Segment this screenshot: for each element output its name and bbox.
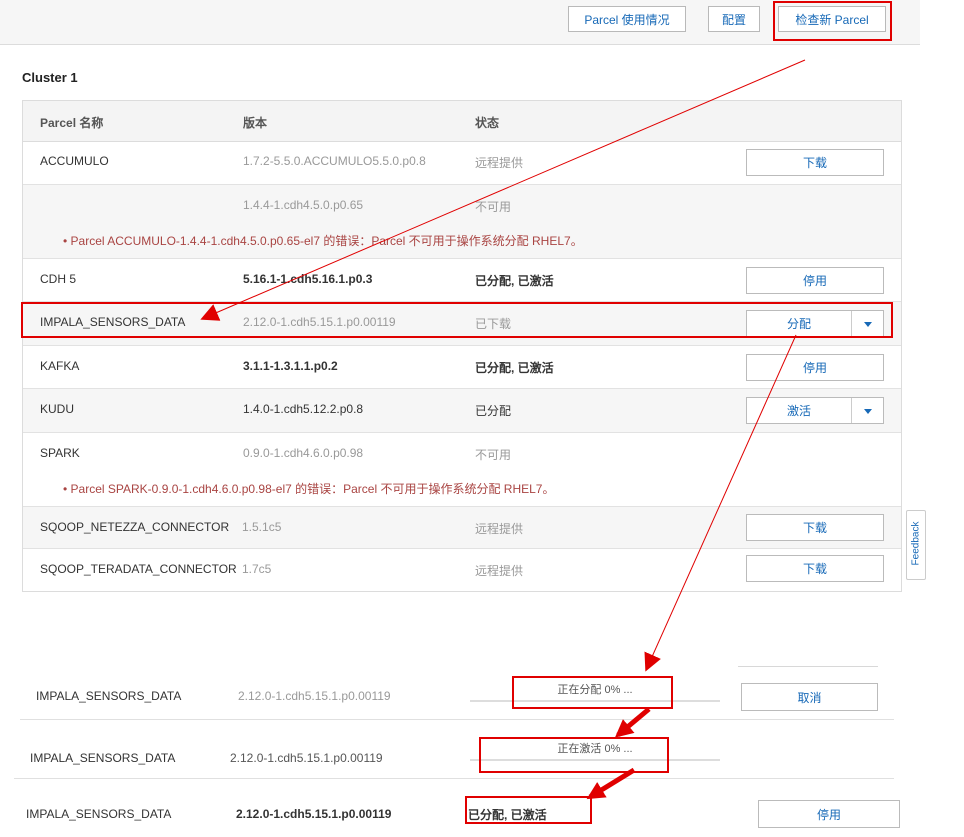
annotation-arrows xyxy=(200,59,806,800)
arrow-head-impala xyxy=(200,304,221,321)
arrow-to-activating xyxy=(614,707,651,738)
arrow-head-distributing xyxy=(644,651,661,672)
arrow-to-done xyxy=(586,767,636,800)
